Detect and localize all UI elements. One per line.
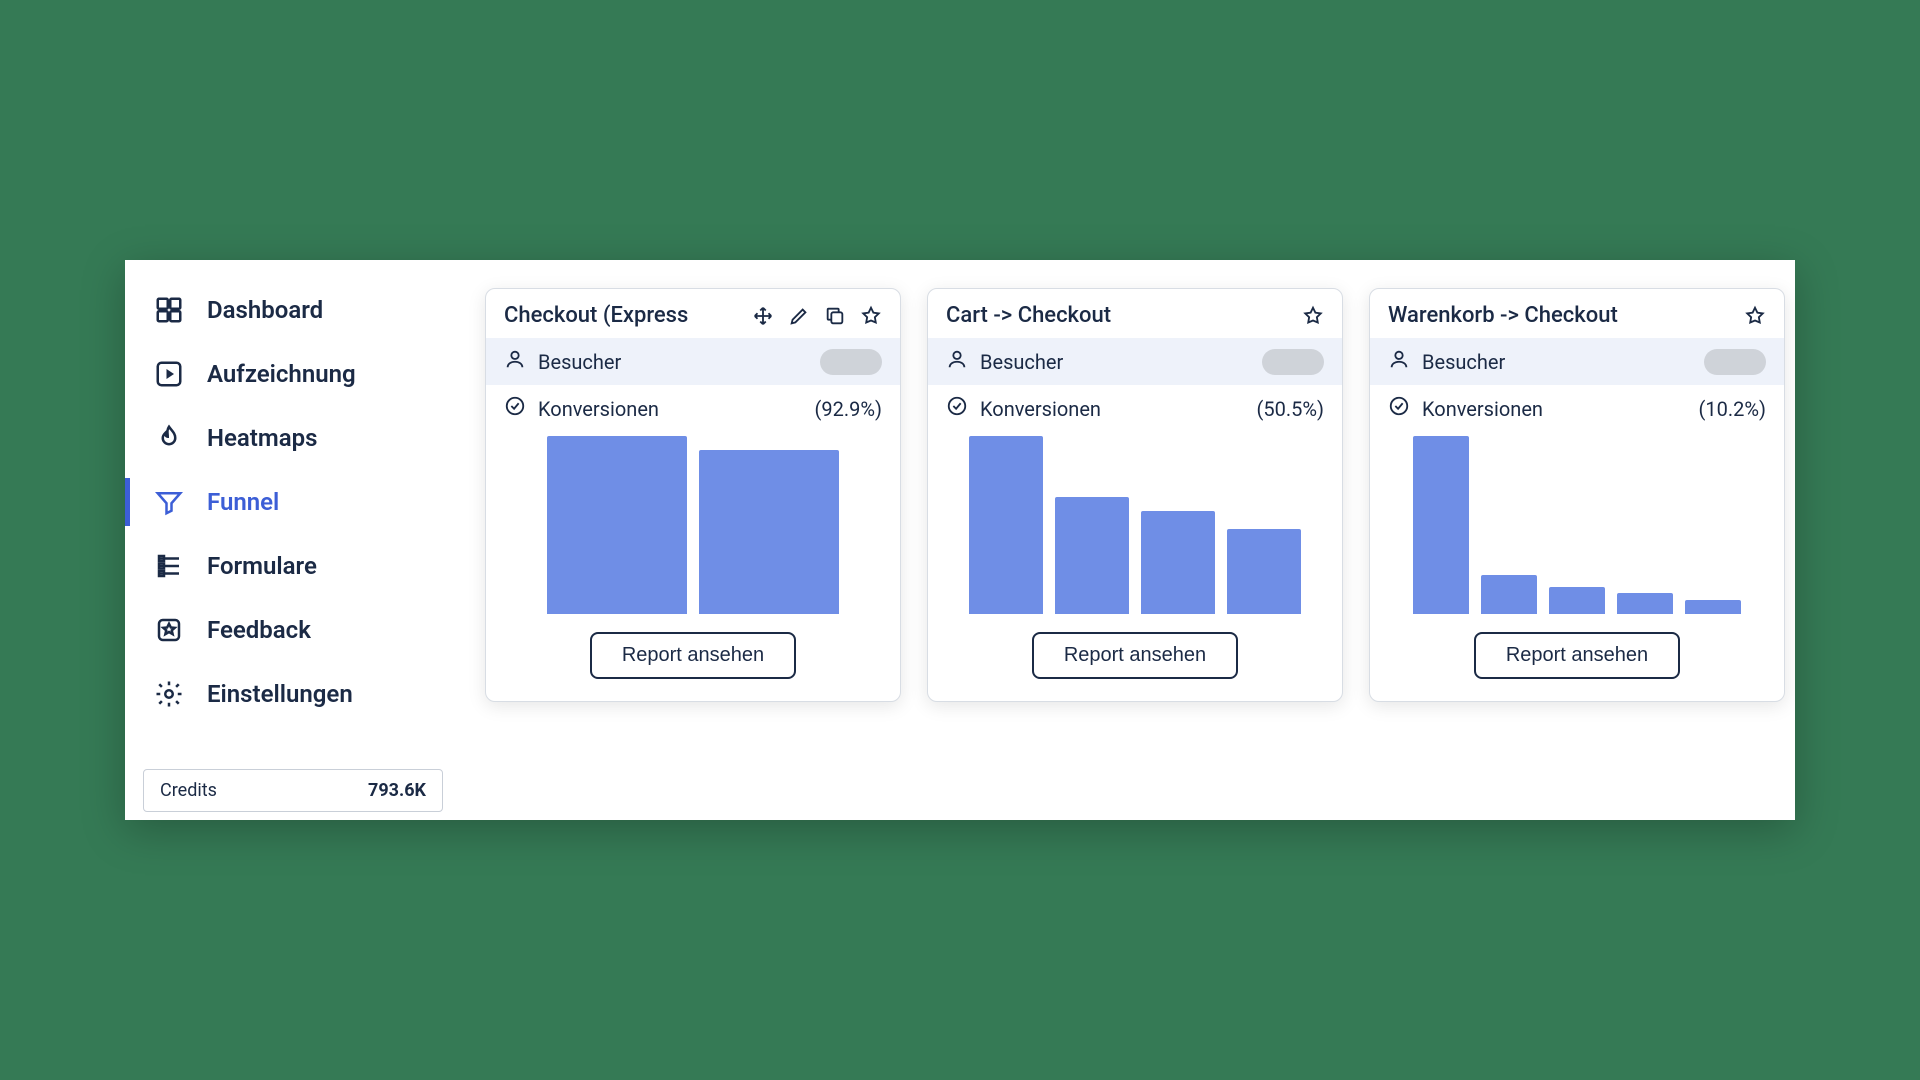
funnel-chart (1370, 432, 1784, 622)
funnel-bar (547, 436, 687, 614)
card-footer: Report ansehen (928, 622, 1342, 701)
copy-icon[interactable] (824, 305, 846, 327)
funnel-chart (486, 432, 900, 622)
sidebar-item-label: Aufzeichnung (207, 360, 356, 388)
visitors-row: Besucher (486, 338, 900, 385)
conversion-rate: (10.2%) (1699, 397, 1766, 421)
funnel-bar (1549, 587, 1605, 614)
report-button[interactable]: Report ansehen (590, 632, 796, 679)
sidebar-item-feedback[interactable]: Feedback (125, 598, 443, 662)
visitors-label: Besucher (538, 350, 621, 374)
conversions-label: Konversionen (1422, 397, 1543, 421)
card-actions (1744, 305, 1766, 327)
card-title: Cart -> Checkout (946, 303, 1294, 328)
funnel-bar (969, 436, 1043, 614)
app-window: Dashboard Aufzeichnung Heatmaps Funnel Formu… (125, 260, 1795, 820)
sidebar: Dashboard Aufzeichnung Heatmaps Funnel Formu… (125, 260, 443, 820)
star-icon[interactable] (1744, 305, 1766, 327)
funnel-card-cart-checkout: Cart -> Checkout Besucher Konversionen (50.… (927, 288, 1343, 702)
sidebar-item-label: Einstellungen (207, 680, 353, 708)
funnel-icon (153, 486, 185, 518)
funnel-card-warenkorb-checkout: Warenkorb -> Checkout Besucher Konversione… (1369, 288, 1785, 702)
feedback-icon (153, 614, 185, 646)
conversions-row: Konversionen (10.2%) (1370, 385, 1784, 432)
funnel-chart (928, 432, 1342, 622)
visitors-row: Besucher (928, 338, 1342, 385)
play-icon (153, 358, 185, 390)
conversion-rate: (92.9%) (815, 397, 882, 421)
visitors-row: Besucher (1370, 338, 1784, 385)
sidebar-item-dashboard[interactable]: Dashboard (125, 278, 443, 342)
card-actions (1302, 305, 1324, 327)
funnel-bar (1227, 529, 1301, 614)
check-icon (946, 395, 968, 422)
conversions-row: Konversionen (50.5%) (928, 385, 1342, 432)
credits-label: Credits (160, 780, 217, 801)
card-footer: Report ansehen (1370, 622, 1784, 701)
funnel-card-checkout-express: Checkout (Express Besucher Konversionen (92… (485, 288, 901, 702)
report-button[interactable]: Report ansehen (1032, 632, 1238, 679)
move-icon[interactable] (752, 305, 774, 327)
report-button[interactable]: Report ansehen (1474, 632, 1680, 679)
funnel-bar (1141, 511, 1215, 614)
visitors-label: Besucher (1422, 350, 1505, 374)
user-icon (946, 348, 968, 375)
credits-value: 793.6K (368, 780, 426, 801)
sidebar-item-label: Formulare (207, 552, 317, 580)
star-icon[interactable] (860, 305, 882, 327)
check-icon (1388, 395, 1410, 422)
conversions-label: Konversionen (980, 397, 1101, 421)
funnel-bar (1055, 497, 1129, 614)
card-actions (752, 305, 882, 327)
conversions-label: Konversionen (538, 397, 659, 421)
check-icon (504, 395, 526, 422)
funnel-bar (1481, 575, 1537, 614)
user-icon (504, 348, 526, 375)
sidebar-item-label: Heatmaps (207, 424, 317, 452)
card-header: Cart -> Checkout (928, 289, 1342, 338)
visitors-value-redacted (1262, 349, 1324, 375)
visitors-label: Besucher (980, 350, 1063, 374)
sidebar-item-settings[interactable]: Einstellungen (125, 662, 443, 726)
conversions-row: Konversionen (92.9%) (486, 385, 900, 432)
sidebar-item-label: Feedback (207, 616, 311, 644)
visitors-value-redacted (1704, 349, 1766, 375)
card-header: Checkout (Express (486, 289, 900, 338)
card-title: Warenkorb -> Checkout (1388, 303, 1736, 328)
conversion-rate: (50.5%) (1257, 397, 1324, 421)
user-icon (1388, 348, 1410, 375)
sidebar-item-forms[interactable]: Formulare (125, 534, 443, 598)
pencil-icon[interactable] (788, 305, 810, 327)
funnel-bar (1685, 600, 1741, 614)
visitors-value-redacted (820, 349, 882, 375)
funnel-bar (1413, 436, 1469, 614)
funnel-cards-area: Checkout (Express Besucher Konversionen (92… (443, 260, 1795, 820)
funnel-bar (1617, 593, 1673, 614)
sidebar-item-heatmaps[interactable]: Heatmaps (125, 406, 443, 470)
card-header: Warenkorb -> Checkout (1370, 289, 1784, 338)
grid-icon (153, 294, 185, 326)
gear-icon (153, 678, 185, 710)
star-icon[interactable] (1302, 305, 1324, 327)
sidebar-item-recording[interactable]: Aufzeichnung (125, 342, 443, 406)
sidebar-item-label: Funnel (207, 488, 279, 516)
card-title: Checkout (Express (504, 303, 744, 328)
sidebar-item-label: Dashboard (207, 296, 323, 324)
sidebar-item-funnel[interactable]: Funnel (125, 470, 443, 534)
funnel-bar (699, 450, 839, 614)
flame-icon (153, 422, 185, 454)
form-icon (153, 550, 185, 582)
credits-box: Credits 793.6K (143, 769, 443, 812)
card-footer: Report ansehen (486, 622, 900, 701)
